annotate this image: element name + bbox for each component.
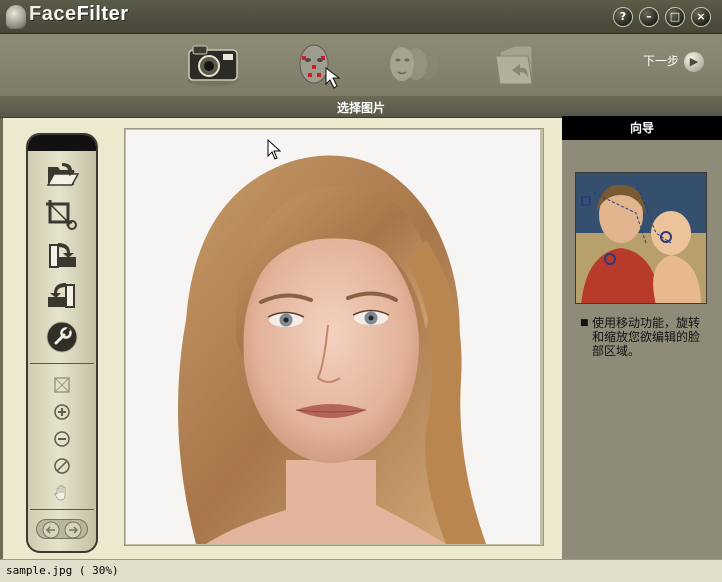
help-button[interactable]: ? [613,7,633,27]
rotate-right-button[interactable] [44,239,80,271]
crop-icon [46,200,77,230]
open-image-button[interactable] [44,159,80,191]
step-save-button[interactable] [488,38,548,90]
face-points-icon [299,44,341,89]
step-define-face-button[interactable] [288,38,348,90]
section-title: 选择图片 [336,101,385,115]
rotate-right-icon [49,243,76,268]
step-toolbar: 下一步 ▶ [0,34,722,96]
app-title: FaceFilter [29,3,129,25]
zoom-in-button[interactable] [52,402,72,422]
settings-button[interactable] [46,321,78,353]
faces-icon [390,47,439,81]
tool-panel-header [28,135,96,151]
zoom-out-icon [54,431,70,447]
maximize-button[interactable]: □ [665,7,685,27]
arrow-right-icon: ▶ [689,55,699,68]
folder-open-icon [46,163,80,186]
portrait-photo [126,130,540,544]
wrench-icon [46,321,78,353]
tool-panel [26,133,98,553]
next-step-button[interactable]: ▶ [684,52,704,72]
pan-button[interactable] [52,483,72,503]
section-header: 选择图片 [0,96,722,118]
reset-view-button[interactable] [52,456,72,476]
step-select-picture-button[interactable] [183,38,243,90]
crop-button[interactable] [44,198,80,230]
folder-return-icon [495,45,533,85]
guide-description: ■ 使用移动功能，旋转和缩放您欲编辑的脸部区域。 [580,316,710,358]
title-bar[interactable]: FaceFilter ? – □ × [0,0,722,34]
status-text: sample.jpg ( 30%) [6,564,119,577]
zoom-out-button[interactable] [52,429,72,449]
next-step-label[interactable]: 下一步 [643,52,679,69]
hand-icon [54,485,66,501]
step-edit-face-button[interactable] [384,38,444,90]
no-icon [54,458,70,474]
app-logo-icon [6,5,26,29]
minimize-button[interactable]: – [639,7,659,27]
bullet-icon: ■ [580,318,589,328]
fit-window-icon [54,377,70,393]
rotate-left-button[interactable] [44,279,80,311]
camera-icon [187,45,239,86]
rotate-left-icon [48,283,75,308]
close-button[interactable]: × [691,7,711,27]
guide-body-text: 使用移动功能，旋转和缩放您欲编辑的脸部区域。 [592,316,701,358]
image-canvas[interactable] [126,130,540,544]
status-bar: sample.jpg ( 30%) [0,559,722,582]
fit-window-button[interactable] [52,375,72,395]
history-arrows [42,521,82,539]
tool-separator [30,509,94,510]
tool-separator [30,363,94,364]
zoom-in-icon [54,404,70,420]
guide-title: 向导 [562,116,722,140]
guide-thumbnail [575,172,707,304]
face-guide-image [576,173,706,303]
history-controls [36,519,88,539]
mouse-cursor-icon [267,139,281,160]
